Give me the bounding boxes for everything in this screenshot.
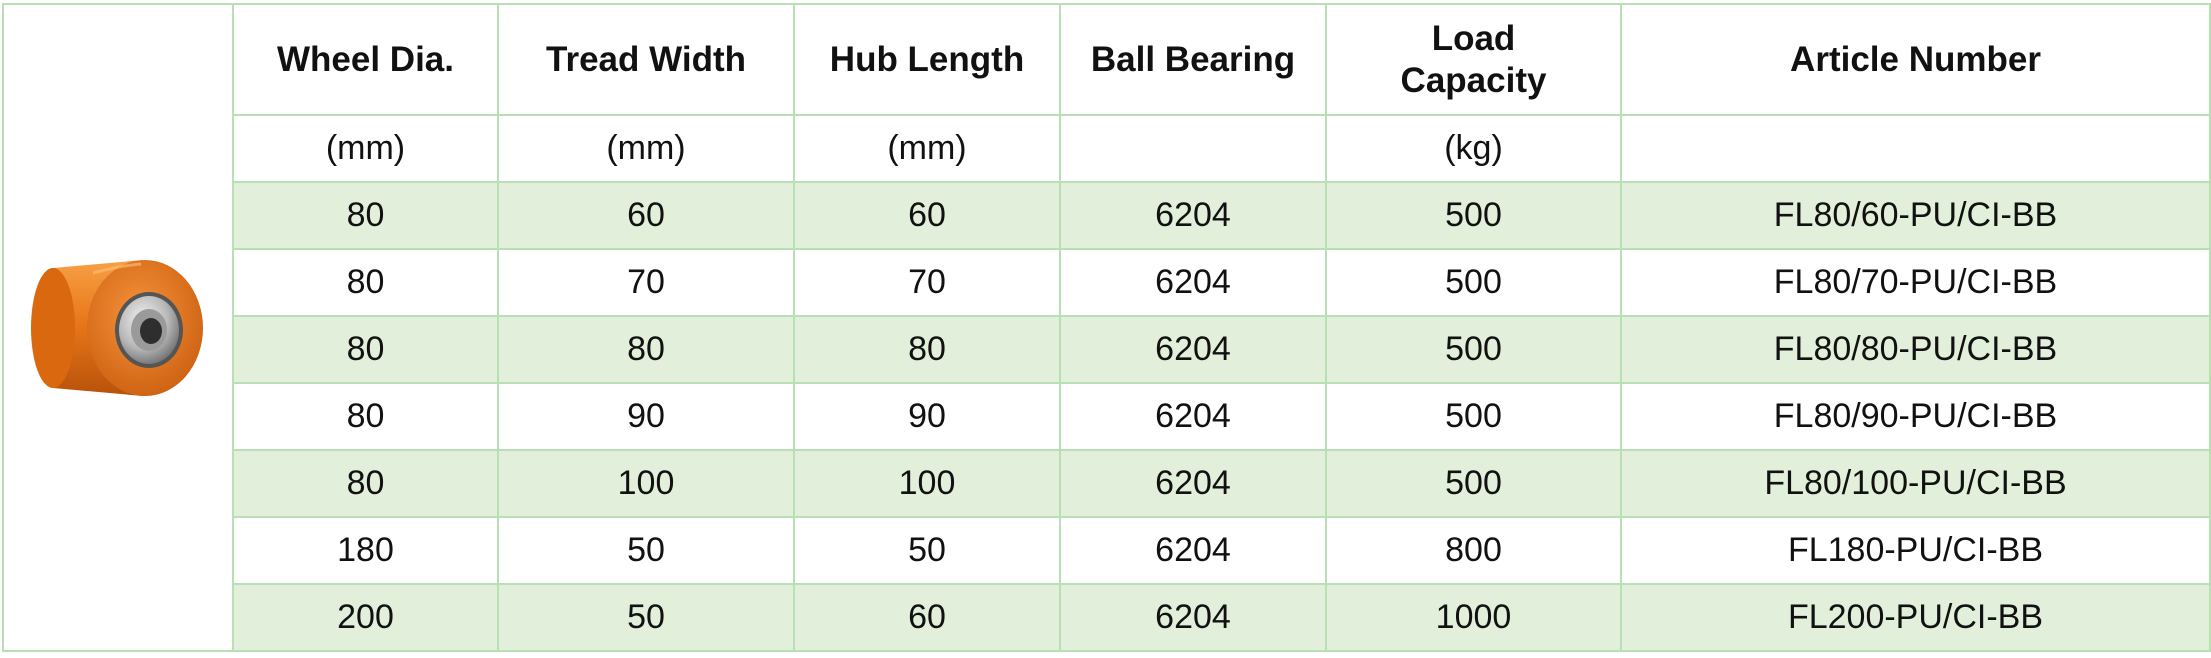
cell-load-capacity: 500 (1325, 181, 1622, 250)
wheel-spec-table: Wheel Dia. Tread Width Hub Length Ball B… (2, 3, 2211, 652)
cell-tread-width: 100 (497, 449, 795, 518)
cell-wheel-dia: 80 (232, 449, 499, 518)
header-row: Wheel Dia. Tread Width Hub Length Ball B… (2, 3, 2211, 652)
cell-article-number: FL80/100-PU/CI-BB (1620, 449, 2211, 518)
cell-load-capacity: 800 (1325, 516, 1622, 585)
cell-ball-bearing: 6204 (1059, 449, 1327, 518)
cell-tread-width: 80 (497, 315, 795, 384)
cell-load-capacity: 500 (1325, 248, 1622, 317)
unit-tread-width: (mm) (497, 114, 795, 183)
column-header-tread-width: Tread Width (497, 3, 795, 116)
cell-hub-length: 100 (793, 449, 1061, 518)
cell-tread-width: 70 (497, 248, 795, 317)
column-header-wheel-dia: Wheel Dia. (232, 3, 499, 116)
cell-hub-length: 90 (793, 382, 1061, 451)
cell-tread-width: 50 (497, 516, 795, 585)
column-header-ball-bearing: Ball Bearing (1059, 3, 1327, 116)
cell-wheel-dia: 80 (232, 181, 499, 250)
cell-hub-length: 50 (793, 516, 1061, 585)
cell-article-number: FL80/90-PU/CI-BB (1620, 382, 2211, 451)
cell-wheel-dia: 80 (232, 248, 499, 317)
cell-load-capacity: 1000 (1325, 583, 1622, 652)
cell-load-capacity: 500 (1325, 315, 1622, 384)
polyurethane-wheel-icon (23, 238, 213, 418)
cell-hub-length: 80 (793, 315, 1061, 384)
cell-article-number: FL80/80-PU/CI-BB (1620, 315, 2211, 384)
column-header-hub-length: Hub Length (793, 3, 1061, 116)
table-row: 80 80 80 6204 500 FL80/80-PU/CI-BB (3, 315, 2211, 384)
cell-ball-bearing: 6204 (1059, 516, 1327, 585)
cell-article-number: FL80/60-PU/CI-BB (1620, 181, 2211, 250)
cell-tread-width: 60 (497, 181, 795, 250)
cell-ball-bearing: 6204 (1059, 315, 1327, 384)
cell-ball-bearing: 6204 (1059, 382, 1327, 451)
unit-hub-length: (mm) (793, 114, 1061, 183)
cell-wheel-dia: 80 (232, 315, 499, 384)
cell-ball-bearing: 6204 (1059, 181, 1327, 250)
table-row: 200 50 60 6204 1000 FL200-PU/CI-BB (3, 583, 2211, 652)
cell-wheel-dia: 180 (232, 516, 499, 585)
table-row: 80 100 100 6204 500 FL80/100-PU/CI-BB (3, 449, 2211, 518)
cell-load-capacity: 500 (1325, 449, 1622, 518)
unit-article-number (1620, 114, 2211, 183)
table-row: 180 50 50 6204 800 FL180-PU/CI-BB (3, 516, 2211, 585)
cell-tread-width: 50 (497, 583, 795, 652)
table-row: 80 70 70 6204 500 FL80/70-PU/CI-BB (3, 248, 2211, 317)
product-image-cell (2, 3, 234, 652)
cell-wheel-dia: 200 (232, 583, 499, 652)
cell-article-number: FL200-PU/CI-BB (1620, 583, 2211, 652)
cell-load-capacity: 500 (1325, 382, 1622, 451)
cell-hub-length: 60 (793, 583, 1061, 652)
cell-hub-length: 70 (793, 248, 1061, 317)
units-row: (mm) (mm) (mm) (kg) (3, 114, 2211, 183)
table-row: 80 90 90 6204 500 FL80/90-PU/CI-BB (3, 382, 2211, 451)
unit-wheel-dia: (mm) (232, 114, 499, 183)
cell-hub-length: 60 (793, 181, 1061, 250)
cell-article-number: FL180-PU/CI-BB (1620, 516, 2211, 585)
cell-tread-width: 90 (497, 382, 795, 451)
unit-load-capacity: (kg) (1325, 114, 1622, 183)
column-header-article-number: Article Number (1620, 3, 2211, 116)
column-header-load-capacity: Load Capacity (1325, 3, 1622, 116)
table-row: 80 60 60 6204 500 FL80/60-PU/CI-BB (3, 181, 2211, 250)
cell-wheel-dia: 80 (232, 382, 499, 451)
cell-ball-bearing: 6204 (1059, 583, 1327, 652)
cell-article-number: FL80/70-PU/CI-BB (1620, 248, 2211, 317)
cell-ball-bearing: 6204 (1059, 248, 1327, 317)
spec-table-frame: Wheel Dia. Tread Width Hub Length Ball B… (0, 0, 2211, 658)
unit-ball-bearing (1059, 114, 1327, 183)
